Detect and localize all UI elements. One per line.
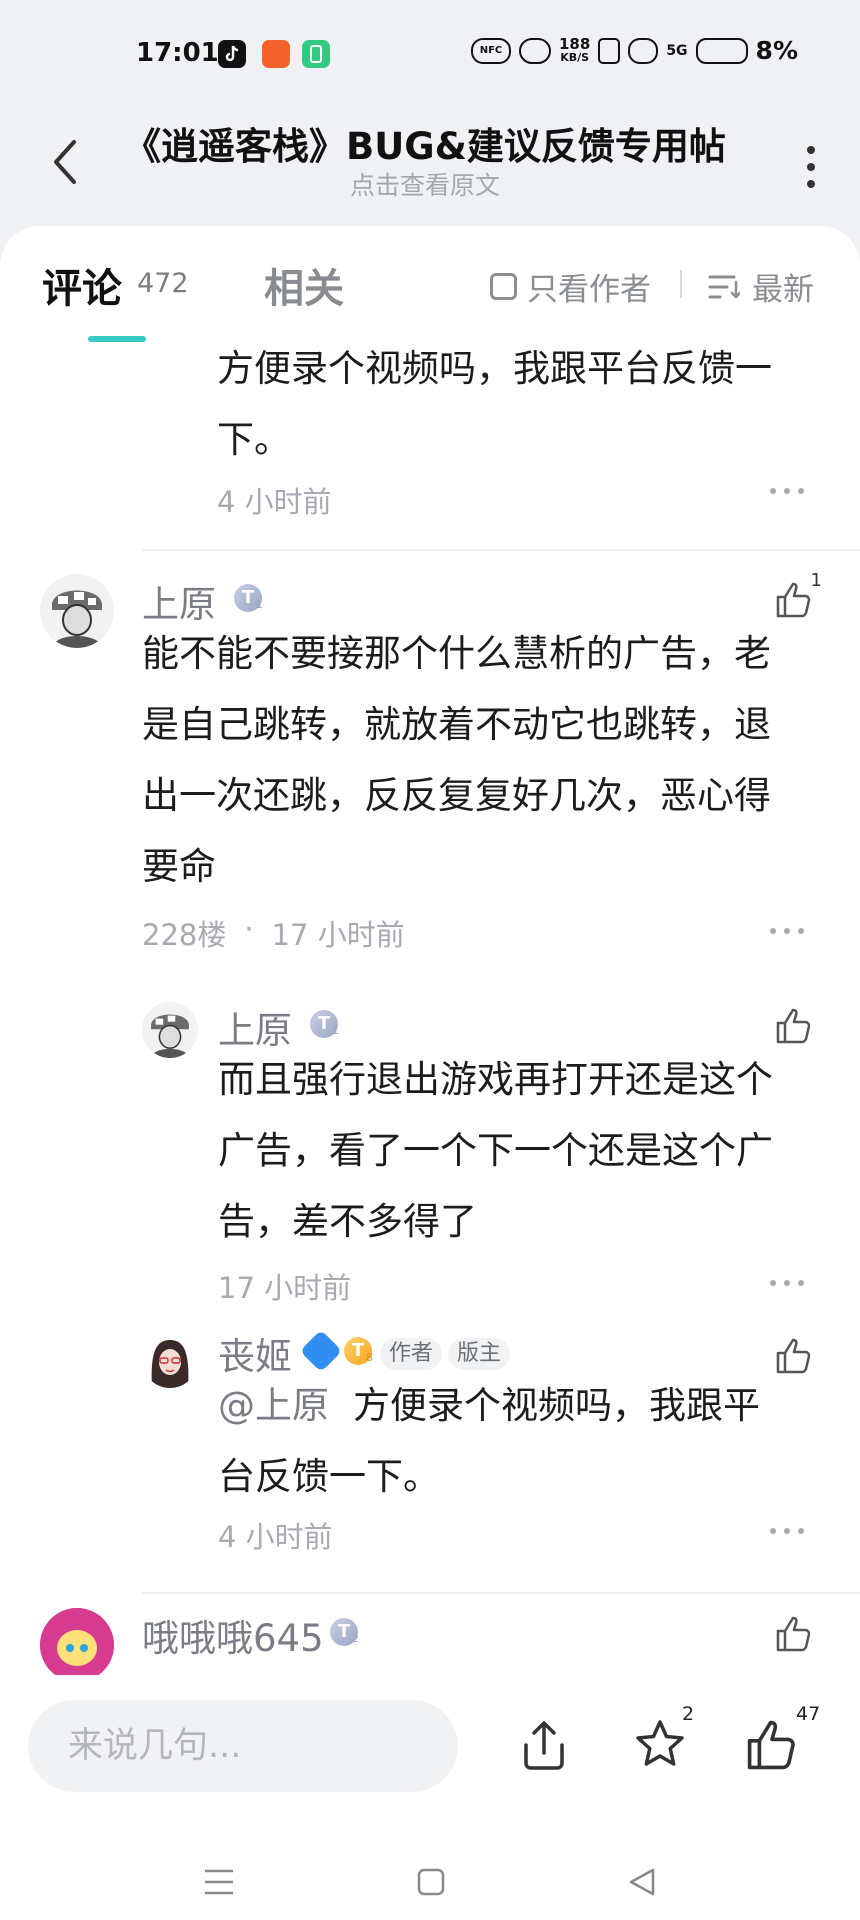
- menu-icon[interactable]: [202, 1865, 236, 1899]
- meta-dot: ·: [244, 912, 254, 946]
- comment-text-line: 出一次还跳，反反复复好几次，恶心得: [142, 774, 771, 817]
- author-only-label: 只看作者: [527, 272, 651, 308]
- status-time: 17:01: [136, 38, 219, 68]
- post-like-count: 47: [796, 1703, 821, 1725]
- cloud-icon: [519, 37, 551, 64]
- battery-icon: [695, 37, 748, 64]
- reply-time: 4 小时前: [218, 1520, 333, 1554]
- vibrate-icon: [598, 37, 621, 64]
- reply-text: 而且强行退出游戏再打开还是这个 广告，看了一个下一个还是这个广 告，差不多得了: [218, 1044, 773, 1257]
- reply-text-line: 下。: [217, 418, 291, 461]
- comment-time: 17 小时前: [271, 918, 405, 952]
- thumbs-up-icon[interactable]: [774, 580, 814, 620]
- reply-time: 4 小时前: [217, 485, 332, 519]
- avatar[interactable]: [142, 1002, 198, 1058]
- reply-partial: 方便录个视频吗，我跟平台反馈一 下。 4 小时前: [0, 336, 860, 546]
- reply-more-button[interactable]: [770, 1278, 804, 1288]
- more-options-button[interactable]: [796, 142, 826, 192]
- thumbs-up-icon[interactable]: [774, 1614, 814, 1654]
- reply-text-line: 方便录个视频吗，我跟平台反馈一: [217, 347, 772, 390]
- badge-letter: T: [351, 1340, 365, 1361]
- tabs-divider: [680, 270, 682, 298]
- comment-meta: 228楼 · 17 小时前: [142, 912, 405, 954]
- author-only-toggle[interactable]: 只看作者: [490, 264, 651, 309]
- reply-text-line: 而且强行退出游戏再打开还是这个: [218, 1058, 773, 1101]
- chevron-left-icon: [54, 140, 76, 184]
- tab-comments[interactable]: 评论: [42, 256, 122, 314]
- badge-letter: T: [317, 1013, 331, 1034]
- sort-icon: [708, 275, 740, 299]
- badge-level: 1: [256, 598, 263, 611]
- back-triangle-icon[interactable]: [625, 1865, 659, 1899]
- post-header: 《逍遥客栈》BUG&建议反馈专用帖 点击查看原文: [0, 110, 860, 230]
- sort-label: 最新: [752, 272, 814, 308]
- view-original-link[interactable]: 点击查看原文: [120, 166, 730, 202]
- avatar[interactable]: [40, 574, 114, 648]
- net-speed-unit: KB/S: [560, 50, 590, 64]
- comment-username[interactable]: 哦哦哦645: [142, 1608, 324, 1662]
- share-icon[interactable]: [516, 1717, 572, 1773]
- star-icon[interactable]: [632, 1717, 688, 1773]
- badge-level: 2: [352, 1632, 359, 1645]
- reply-text-line: 台反馈一下。: [218, 1455, 440, 1498]
- comment-more-button[interactable]: [770, 926, 804, 936]
- reply-text-content: 方便录个视频吗，我跟平: [353, 1384, 760, 1427]
- sort-button[interactable]: 最新: [708, 264, 814, 309]
- comment-text-line: 要命: [142, 845, 216, 888]
- comments-card: 评论 472 相关 只看作者 最新 方便录个视频吗，我跟平台反馈一 下。 4 小…: [0, 226, 860, 1746]
- wifi-icon: [628, 37, 659, 64]
- back-button[interactable]: [40, 132, 90, 192]
- tab-related[interactable]: 相关: [264, 256, 344, 314]
- star-count: 2: [682, 1703, 695, 1725]
- signal-5g: 5G: [666, 42, 688, 59]
- reply-text-line: 告，差不多得了: [218, 1200, 477, 1243]
- battery-level: 8%: [755, 36, 798, 65]
- reply-text: @上原 方便录个视频吗，我跟平 台反馈一下。: [218, 1370, 760, 1512]
- reply-more-button[interactable]: [770, 486, 804, 496]
- badge-letter: T: [241, 587, 255, 608]
- floor-number: 228楼: [142, 918, 227, 952]
- comment-item: 哦哦哦645 T 2: [0, 1604, 860, 1684]
- comment-text-line: 是自己跳转，就放着不动它也跳转，退: [142, 703, 771, 746]
- game-badge-icon: [299, 1329, 343, 1373]
- home-square-icon[interactable]: [414, 1865, 448, 1899]
- author-tag: 作者: [380, 1338, 443, 1370]
- comment-text-line: 能不能不要接那个什么慧析的广告，老: [142, 632, 771, 675]
- badge-level: 8: [366, 1351, 373, 1364]
- author-only-checkbox[interactable]: [490, 273, 517, 300]
- thumbs-up-icon[interactable]: [774, 1006, 814, 1046]
- active-tab-indicator: [88, 336, 146, 342]
- net-speed-value: 188: [559, 34, 591, 53]
- post-title[interactable]: 《逍遥客栈》BUG&建议反馈专用帖: [120, 116, 730, 170]
- comment-divider: [142, 1592, 860, 1594]
- system-nav-bar: [0, 1815, 860, 1920]
- reply-more-button[interactable]: [770, 1526, 804, 1536]
- badge-letter: T: [337, 1621, 351, 1642]
- tiktok-app-icon: [218, 40, 246, 68]
- mention-link[interactable]: @上原: [218, 1370, 329, 1441]
- net-speed: 188 KB/S: [559, 34, 591, 65]
- thumbs-up-icon[interactable]: [774, 1336, 814, 1376]
- reply-text-line: @上原 方便录个视频吗，我跟平: [218, 1370, 760, 1441]
- reply-time: 17 小时前: [218, 1271, 352, 1305]
- comment-tabs: 评论 472 相关 只看作者 最新: [0, 226, 860, 342]
- thumbs-up-icon[interactable]: [744, 1717, 800, 1773]
- bottom-action-bar: 来说几句... 2 47: [0, 1675, 860, 1815]
- status-icons: NFC 188 KB/S 5G 8%: [471, 36, 798, 65]
- shopping-app-icon: [262, 40, 290, 68]
- reply-text-line: 广告，看了一个下一个还是这个广: [218, 1129, 773, 1172]
- comments-count: 472: [137, 268, 189, 299]
- nfc-icon: NFC: [471, 37, 511, 64]
- battery-app-icon: [302, 40, 330, 68]
- moderator-tag: 版主: [448, 1338, 511, 1370]
- comment-item: 上原 T 1 1 能不能不要接那个什么慧析的广告，老 是自己跳转，就放着不动它也…: [0, 550, 860, 1388]
- comment-text: 能不能不要接那个什么慧析的广告，老 是自己跳转，就放着不动它也跳转，退 出一次还…: [142, 618, 771, 902]
- badge-level: 1: [332, 1024, 339, 1037]
- status-bar: 17:01 NFC 188 KB/S 5G 8%: [0, 0, 860, 110]
- author-reply: 丧姬 T 8 作者 版主 @上原 方便录个视频吗，我跟平 台反馈一下。 4 小时…: [0, 1326, 860, 1566]
- avatar[interactable]: [40, 1608, 114, 1682]
- comment-input[interactable]: 来说几句...: [28, 1700, 458, 1792]
- like-count: 1: [810, 570, 822, 591]
